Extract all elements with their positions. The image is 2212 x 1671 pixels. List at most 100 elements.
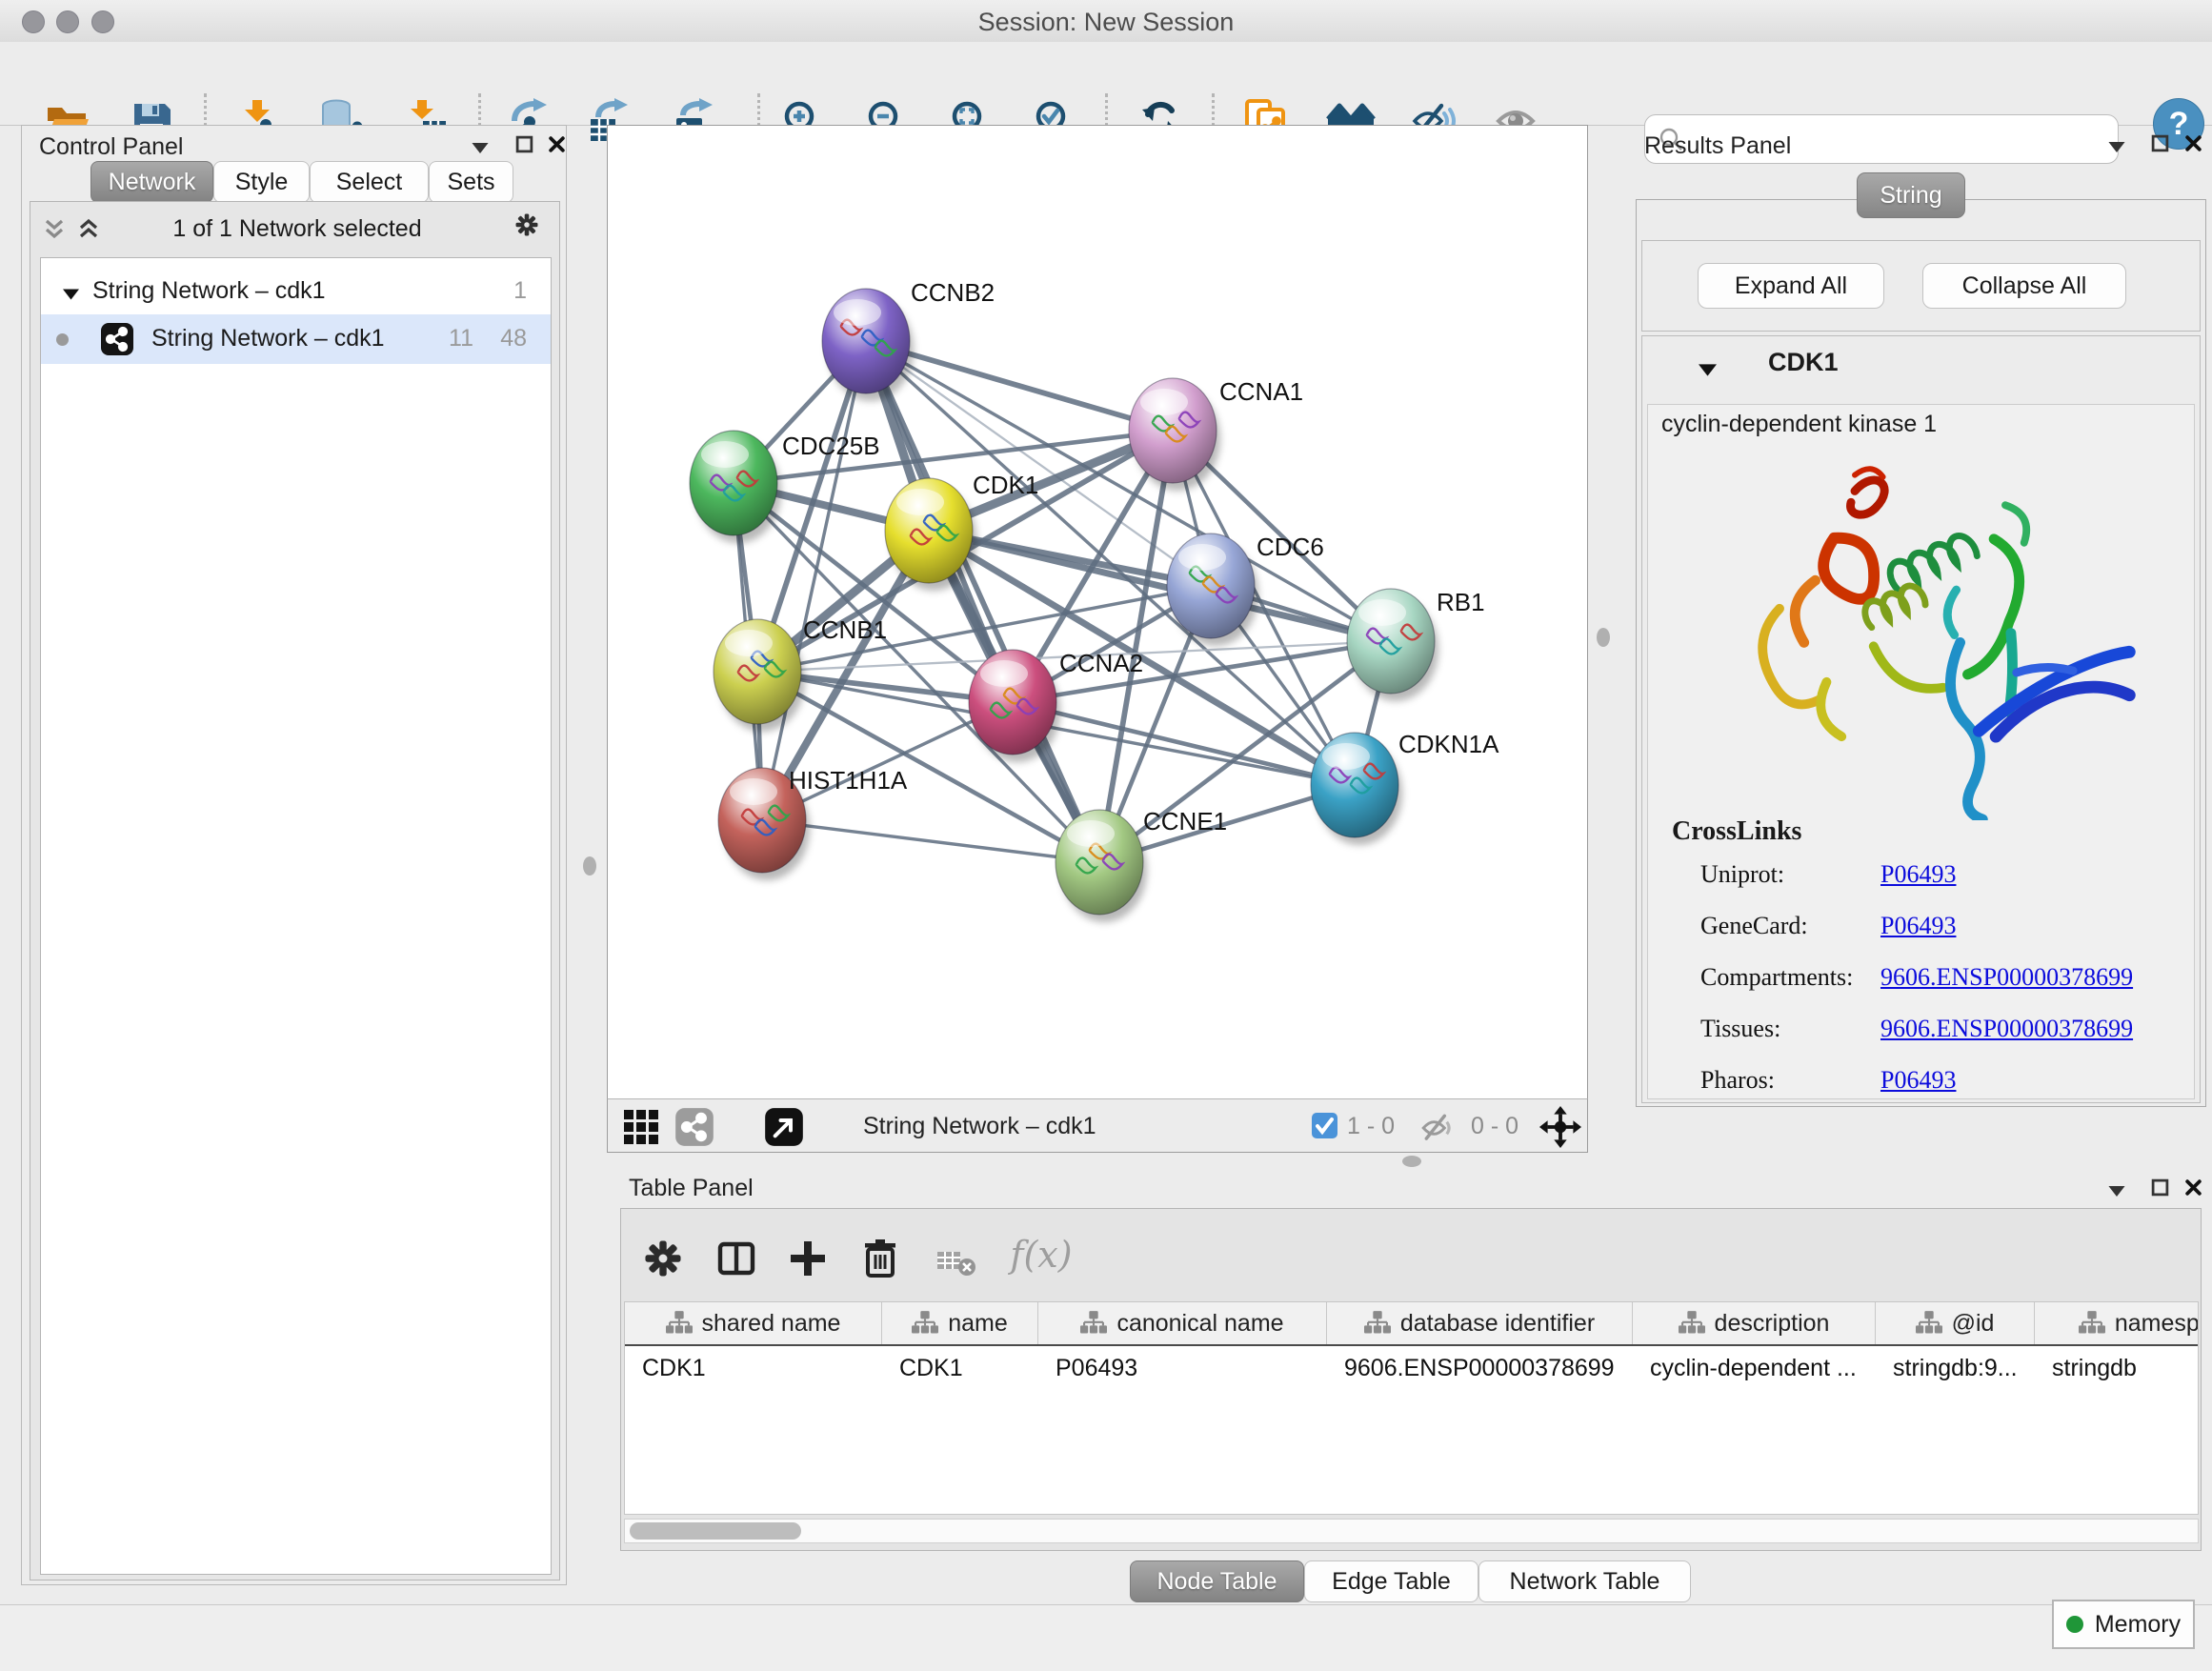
crosslink-row: Tissues:9606.ENSP00000378699 [1648,1015,2196,1066]
column-header[interactable]: namespace [2035,1302,2199,1344]
grid-icon[interactable] [620,1106,662,1148]
node-label: CCNE1 [1143,807,1227,836]
crosslink-label: GeneCard: [1700,912,1808,940]
tree-expander-icon[interactable] [58,282,83,307]
crosslink-value[interactable]: 9606.ENSP00000378699 [1880,1015,2133,1043]
table-horizontal-scrollbar[interactable] [624,1519,2199,1543]
crosslink-value[interactable]: P06493 [1880,1066,1956,1095]
column-header[interactable]: database identifier [1327,1302,1633,1344]
column-header[interactable]: canonical name [1038,1302,1327,1344]
network-node-CDC25B[interactable] [690,431,777,535]
crosslink-row: Pharos:P06493 [1648,1066,2196,1117]
crosslinks-rows: Uniprot:P06493GeneCard: P06493 Compartment… [1648,860,2196,1117]
memory-button[interactable]: Memory [2052,1600,2195,1649]
network-node-CCNB1[interactable] [714,619,801,724]
expand-all-icon[interactable] [76,216,101,241]
panel-float-icon[interactable] [2147,131,2172,155]
tab-style[interactable]: Style [213,161,310,203]
tab-network[interactable]: Network [90,161,213,203]
crosslink-value[interactable]: 9606.ENSP00000378699 [1880,963,2133,992]
network-node-CCNB2[interactable] [822,289,910,393]
main-toolbar: ? [0,42,2212,126]
crosslink-row: Uniprot:P06493 [1648,860,2196,912]
table-cell[interactable]: CDK1 [625,1346,882,1390]
column-header[interactable]: shared name [625,1302,882,1344]
network-node-CDK1[interactable] [885,478,973,583]
network-row-selected[interactable]: String Network – cdk1 11 48 [41,314,551,364]
panel-float-icon[interactable] [2147,1175,2172,1199]
control-panel-title: Control Panel [39,133,183,161]
network-edge[interactable] [762,341,866,820]
scrollbar-thumb[interactable] [630,1522,801,1540]
panel-menu-icon[interactable] [2104,134,2129,159]
table-cell[interactable]: cyclin-dependent ... [1633,1346,1876,1390]
hidden-eye-icon[interactable] [1419,1109,1458,1147]
right-splitter-handle[interactable] [1597,628,1610,647]
memory-label: Memory [2095,1611,2181,1639]
tab-select[interactable]: Select [310,161,429,203]
tab-string-results[interactable]: String [1857,172,1965,218]
network-node-CDC6[interactable] [1167,534,1255,638]
split-columns-icon[interactable] [714,1236,759,1281]
memory-status-dot [2066,1616,2083,1633]
network-collection-row[interactable]: String Network – cdk1 1 [41,271,551,314]
network-node-CCNA2[interactable] [969,650,1056,755]
open-in-window-icon[interactable] [763,1106,805,1148]
crosslink-label: Compartments: [1700,963,1853,992]
title-bar: Session: New Session [0,0,2212,43]
network-node-CCNA1[interactable] [1129,378,1217,483]
birdseye-share-icon[interactable] [674,1106,715,1148]
table-cell[interactable]: stringdb:9... [1876,1346,2035,1390]
node-label: CDK1 [973,471,1038,499]
add-column-icon[interactable] [785,1236,831,1281]
crosslink-value[interactable]: P06493 [1880,860,1956,889]
network-node-RB1[interactable] [1347,589,1435,694]
node-count: 11 [430,325,473,352]
network-node-CDKN1A[interactable] [1311,733,1398,837]
status-bar: Memory [0,1604,2212,1671]
column-header[interactable]: name [882,1302,1038,1344]
bottom-splitter-handle[interactable] [1402,1156,1421,1167]
expand-all-button[interactable]: Expand All [1698,263,1884,309]
network-list-header: 1 of 1 Network selected [30,202,559,257]
delete-column-icon[interactable] [857,1236,903,1281]
node-label: CCNA2 [1059,649,1143,677]
collection-label: String Network – cdk1 [92,277,326,305]
collapse-all-button[interactable]: Collapse All [1922,263,2126,309]
collapse-all-icon[interactable] [42,216,67,241]
panel-close-icon[interactable] [2181,1175,2205,1199]
table-cell[interactable]: CDK1 [882,1346,1038,1390]
table-cell[interactable]: 9606.ENSP00000378699 [1327,1346,1633,1390]
table-row[interactable]: CDK1CDK1P064939606.ENSP00000378699cyclin… [625,1346,2198,1390]
section-expander-icon[interactable] [1695,357,1719,382]
network-node-CCNE1[interactable] [1056,810,1143,915]
node-label: CDKN1A [1398,730,1499,758]
panel-menu-icon[interactable] [2104,1178,2129,1203]
network-view-title: String Network – cdk1 [863,1113,1096,1140]
panel-close-icon[interactable] [544,131,569,156]
panel-close-icon[interactable] [2181,131,2205,155]
tab-sets[interactable]: Sets [429,161,513,203]
panel-float-icon[interactable] [512,131,536,156]
crosslink-row: Compartments: 9606.ENSP00000378699 [1648,963,2196,1015]
network-list-panel: 1 of 1 Network selected String Network –… [30,201,560,1580]
network-canvas[interactable]: CCNB2CCNA1CDC25BCDK1CDC6RB1CCNB1CCNA2CDK… [607,125,1588,1153]
crosslink-value[interactable]: P06493 [1880,912,1956,940]
tab-node-table[interactable]: Node Table [1130,1560,1304,1602]
gear-icon[interactable] [514,212,539,237]
table-cell[interactable]: stringdb [2035,1346,2199,1390]
column-header[interactable]: @id [1876,1302,2035,1344]
panel-menu-icon[interactable] [468,135,493,160]
left-splitter-handle[interactable] [583,856,596,876]
section-gene-name: CDK1 [1768,348,1839,377]
crosshair-icon[interactable] [1538,1104,1583,1150]
tab-edge-table[interactable]: Edge Table [1304,1560,1478,1602]
selected-checkbox[interactable] [1312,1113,1337,1138]
table-gear-icon[interactable] [640,1236,686,1281]
hidden-count: 0 - 0 [1471,1113,1518,1140]
table-cell[interactable]: P06493 [1038,1346,1327,1390]
node-label: RB1 [1437,588,1485,616]
tab-network-table[interactable]: Network Table [1478,1560,1691,1602]
column-header[interactable]: description [1633,1302,1876,1344]
network-edge[interactable] [762,820,1099,862]
